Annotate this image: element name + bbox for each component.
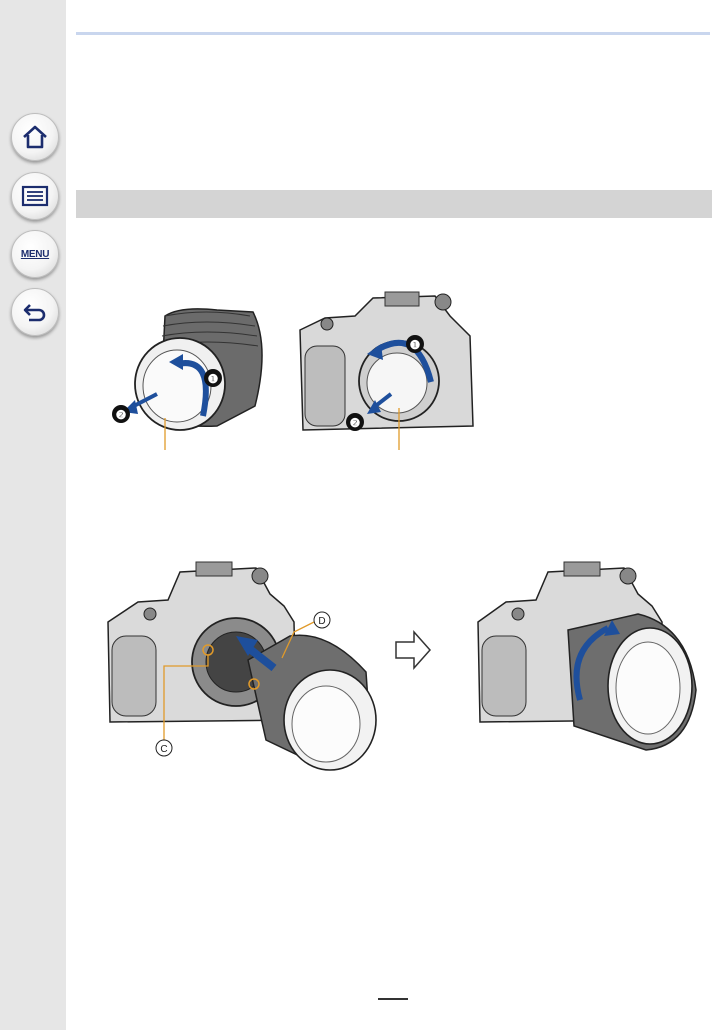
attach-lens-figure: C D [107,561,697,771]
home-icon [23,125,47,149]
camera-with-lens-attached [477,561,697,751]
svg-text:❷: ❷ [116,408,127,422]
back-arrow-icon [23,304,46,322]
svg-text:❶: ❶ [410,338,421,352]
sidebar: MENU [0,0,66,1030]
contents-button[interactable] [11,172,59,220]
svg-text:D: D [318,616,325,627]
svg-text:❷: ❷ [350,416,361,430]
svg-text:C: C [160,744,167,755]
header-rule [76,32,710,35]
menu-button[interactable]: MENU [11,230,59,278]
page-number-rule [378,998,408,1000]
remove-caps-figure: ❶ ❷ ❶ ❷ [112,291,474,450]
section-heading-bar [76,190,712,218]
back-button[interactable] [11,288,59,336]
list-icon [21,185,49,207]
menu-label: MENU [20,248,50,260]
next-step-arrow-icon [395,630,432,670]
lens-being-attached [247,634,377,771]
home-button[interactable] [11,113,59,161]
svg-text:❶: ❶ [208,372,219,386]
camera-body-illustration [299,291,474,431]
